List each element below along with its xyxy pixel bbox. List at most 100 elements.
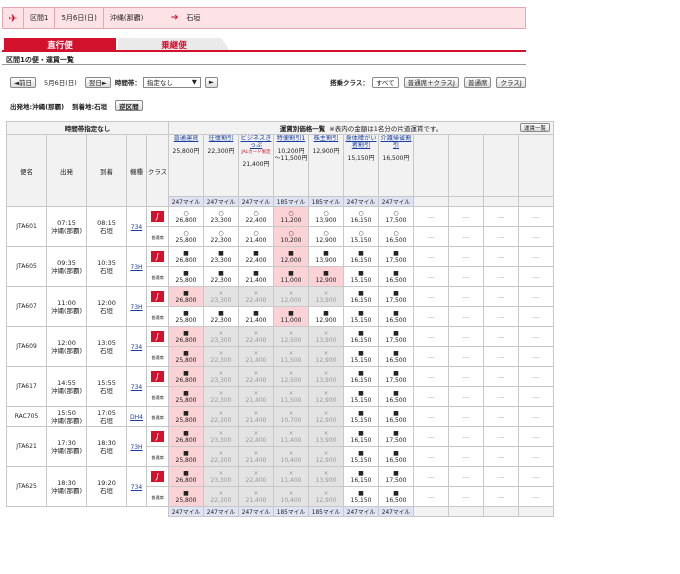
fare-cell[interactable]: ○ 21,400 — [238, 226, 274, 247]
fare-cell[interactable]: ○ 26,800 — [168, 206, 204, 227]
fare-cell[interactable]: ○ 25,800 — [168, 226, 204, 247]
aircraft-link[interactable]: 73H — [130, 304, 142, 311]
fare-cell[interactable]: ■ 25,800 — [168, 266, 204, 287]
fare-cell[interactable]: ■ 26,800 — [168, 286, 204, 307]
fare-name-link[interactable]: ビジネスきっぷ — [240, 136, 273, 150]
aircraft-link[interactable]: 734 — [131, 344, 142, 351]
fare-cell[interactable]: ■ 25,800 — [168, 406, 204, 427]
empty-fare-cell: --- — [413, 306, 449, 327]
fare-cell[interactable]: ○ 16,500 — [378, 226, 414, 247]
fare-value: 23,300 — [210, 296, 232, 304]
class-label: 搭乗クラス： — [330, 79, 369, 87]
fare-list-button[interactable]: 運賃一覧 — [519, 123, 550, 132]
fare-name-link[interactable]: 株主割引 — [310, 136, 343, 143]
seat-status-icon: ■ — [358, 369, 364, 377]
swap-route-button[interactable]: 逆区間 — [115, 100, 143, 111]
aircraft-link[interactable]: 734 — [131, 224, 142, 231]
fare-name-link[interactable]: 介護帰省割引 — [380, 136, 413, 150]
fare-cell[interactable]: ■ 16,150 — [343, 466, 379, 487]
fare-cell[interactable]: ○ 10,200 — [273, 226, 309, 247]
aircraft-link[interactable]: 73H — [130, 444, 142, 451]
fare-name-link[interactable]: 身体障がい者割引 — [345, 136, 378, 150]
fare-cell[interactable]: ■ 22,300 — [203, 306, 239, 327]
fare-cell[interactable]: ■ 25,800 — [168, 486, 204, 507]
fare-cell[interactable]: ■ 17,500 — [378, 426, 414, 447]
fare-cell[interactable]: ■ 17,500 — [378, 466, 414, 487]
fare-cell[interactable]: ■ 15,150 — [343, 306, 379, 327]
fare-cell[interactable]: ■ 25,800 — [168, 446, 204, 467]
fare-cell[interactable]: ■ 26,800 — [168, 466, 204, 487]
fare-cell[interactable]: ■ 16,150 — [343, 326, 379, 347]
seat-status-icon: × — [323, 389, 329, 397]
fare-cell[interactable]: ■ 15,150 — [343, 266, 379, 287]
fare-cell[interactable]: ■ 16,500 — [378, 406, 414, 427]
fare-cell[interactable]: ■ 15,150 — [343, 406, 379, 427]
fare-cell[interactable]: ■ 26,800 — [168, 426, 204, 447]
fare-cell[interactable]: ■ 12,000 — [273, 246, 309, 267]
time-select[interactable]: 指定なし ▼ — [142, 76, 201, 88]
fare-cell[interactable]: ■ 26,800 — [168, 246, 204, 267]
next-day-button[interactable]: 翌日► — [84, 76, 111, 88]
fare-value: 22,400 — [245, 216, 267, 224]
fare-cell[interactable]: ■ 16,500 — [378, 266, 414, 287]
fare-cell[interactable]: ■ 17,500 — [378, 246, 414, 267]
fare-name-link[interactable]: 特便割引1 — [275, 136, 308, 143]
fare-name-link[interactable]: 往復割引 — [205, 136, 238, 143]
class-normal-j-button[interactable]: 普通席＋クラスJ — [403, 76, 459, 88]
class-all-button[interactable]: すべて — [371, 76, 399, 88]
fare-cell[interactable]: ■ 25,800 — [168, 386, 204, 407]
fare-cell[interactable]: ○ 13,900 — [308, 206, 344, 227]
fare-cell[interactable]: ■ 11,000 — [273, 266, 309, 287]
fare-cell[interactable]: ■ 12,900 — [308, 306, 344, 327]
fare-cell[interactable]: ○ 23,300 — [203, 206, 239, 227]
fare-cell[interactable]: ■ 16,500 — [378, 346, 414, 367]
fare-cell[interactable]: ○ 15,150 — [343, 226, 379, 247]
fare-cell[interactable]: ■ 13,900 — [308, 246, 344, 267]
fare-cell[interactable]: ■ 17,500 — [378, 286, 414, 307]
empty-fare-cell: --- — [518, 346, 554, 367]
fare-cell[interactable]: ○ 11,200 — [273, 206, 309, 227]
fare-cell[interactable]: ■ 16,500 — [378, 306, 414, 327]
departure-cell: 15:50 沖縄(那覇) — [46, 406, 87, 427]
aircraft-link[interactable]: DH4 — [130, 414, 143, 421]
fare-cell[interactable]: ○ 17,500 — [378, 206, 414, 227]
fare-cell[interactable]: ■ 26,800 — [168, 366, 204, 387]
fare-cell[interactable]: ○ 22,300 — [203, 226, 239, 247]
class-normal-button[interactable]: 普通席 — [463, 76, 492, 88]
fare-cell[interactable]: ■ 25,800 — [168, 346, 204, 367]
seat-status-icon: × — [218, 369, 224, 377]
fare-cell[interactable]: ■ 21,400 — [238, 266, 274, 287]
prev-day-button[interactable]: ◄前日 — [10, 76, 36, 88]
fare-cell[interactable]: ■ 17,500 — [378, 366, 414, 387]
fare-cell[interactable]: ■ 16,150 — [343, 286, 379, 307]
fare-cell[interactable]: ■ 22,400 — [238, 246, 274, 267]
fare-cell[interactable]: ■ 15,150 — [343, 446, 379, 467]
fare-cell[interactable]: ■ 15,150 — [343, 486, 379, 507]
fare-cell[interactable]: ■ 26,800 — [168, 326, 204, 347]
fare-cell[interactable]: ■ 16,150 — [343, 246, 379, 267]
fare-cell[interactable]: ■ 17,500 — [378, 326, 414, 347]
aircraft-link[interactable]: 73H — [130, 264, 142, 271]
fare-cell[interactable]: ■ 16,500 — [378, 446, 414, 467]
fare-cell[interactable]: ■ 22,300 — [203, 266, 239, 287]
fare-cell[interactable]: ○ 22,400 — [238, 206, 274, 227]
fare-cell[interactable]: ■ 23,300 — [203, 246, 239, 267]
fare-value: 16,150 — [350, 476, 372, 484]
fare-cell[interactable]: ■ 21,400 — [238, 306, 274, 327]
fare-cell[interactable]: ○ 16,150 — [343, 206, 379, 227]
fare-cell[interactable]: ■ 12,900 — [308, 266, 344, 287]
class-j-button[interactable]: クラスJ — [496, 76, 526, 88]
fare-cell[interactable]: ■ 16,150 — [343, 426, 379, 447]
aircraft-link[interactable]: 734 — [131, 484, 142, 491]
fare-cell[interactable]: ■ 16,150 — [343, 366, 379, 387]
fare-cell[interactable]: ■ 16,500 — [378, 386, 414, 407]
fare-cell[interactable]: ■ 16,500 — [378, 486, 414, 507]
time-go-button[interactable]: ► — [204, 76, 218, 88]
aircraft-link[interactable]: 734 — [131, 384, 142, 391]
fare-cell[interactable]: ■ 11,000 — [273, 306, 309, 327]
fare-name-link[interactable]: 普通運賃 — [170, 136, 203, 143]
fare-cell[interactable]: ■ 15,150 — [343, 386, 379, 407]
fare-cell[interactable]: ■ 25,800 — [168, 306, 204, 327]
fare-cell[interactable]: ■ 15,150 — [343, 346, 379, 367]
fare-cell[interactable]: ○ 12,900 — [308, 226, 344, 247]
